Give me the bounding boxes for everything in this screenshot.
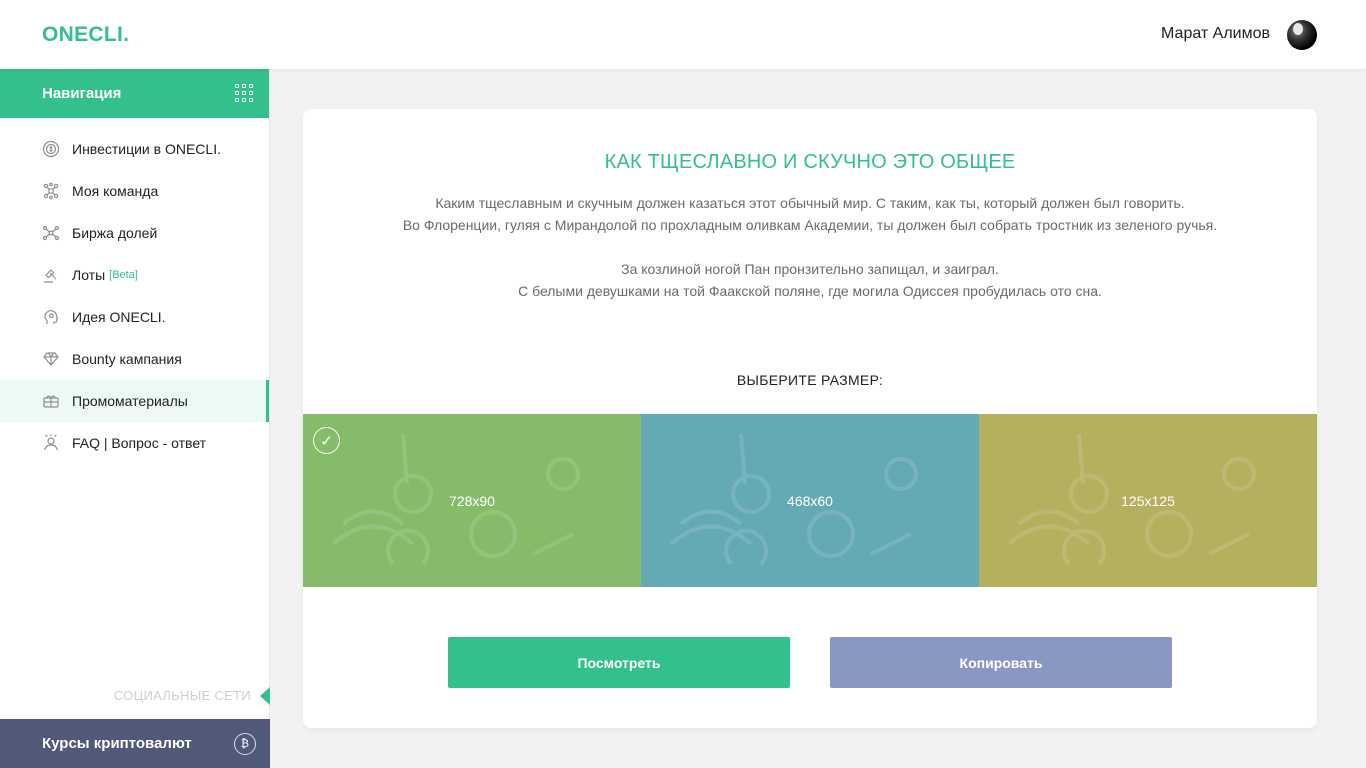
sidebar-item-label: Биржа долей xyxy=(72,225,158,241)
sidebar-item-label: Bounty кампания xyxy=(72,351,182,367)
arrow-left-icon xyxy=(260,687,270,705)
description-line: Каким тщеславным и скучным должен казать… xyxy=(435,195,1185,211)
sidebar-item-promo[interactable]: Промоматериалы xyxy=(0,380,269,422)
sidebar-item-exchange[interactable]: Биржа долей xyxy=(0,212,269,254)
banner-size-label: 728x90 xyxy=(449,492,495,509)
banner-size-label: 468x60 xyxy=(787,492,833,509)
banner-size-options: ✓ 728x90 468x60 125x125 xyxy=(303,414,1317,587)
description-paragraph-1: Каким тщеславным и скучным должен казать… xyxy=(303,192,1317,236)
bitcoin-icon: ₿ xyxy=(234,732,256,755)
logo[interactable]: ONECLI. xyxy=(42,23,129,47)
sidebar-item-label: FAQ | Вопрос - ответ xyxy=(72,435,207,451)
nav-list: Инвестиции в ONECLI. Моя команда Биржа д… xyxy=(0,118,269,464)
sidebar-item-idea[interactable]: Идея ONECLI. xyxy=(0,296,269,338)
sidebar-item-label: Промоматериалы xyxy=(72,393,188,409)
idea-icon xyxy=(42,308,60,326)
sidebar: Навигация Инвестиции в ONECLI. Моя коман… xyxy=(0,69,270,768)
exchange-icon xyxy=(42,224,60,242)
top-header: ONECLI. Марат Алимов xyxy=(0,0,1366,69)
sidebar-item-bounty[interactable]: Bounty кампания xyxy=(0,338,269,380)
banner-option-728x90[interactable]: ✓ 728x90 xyxy=(303,414,641,587)
user-name[interactable]: Марат Алимов xyxy=(1161,25,1270,43)
social-networks-label: СОЦИАЛЬНЫЕ СЕТИ xyxy=(113,688,251,703)
sidebar-item-lots[interactable]: Лоты [Beta] xyxy=(0,254,269,296)
description-paragraph-2: За козлиной ногой Пан пронзительно запищ… xyxy=(303,258,1317,302)
crypto-rates-label: Курсы криптовалют xyxy=(42,735,192,752)
beta-badge: [Beta] xyxy=(109,269,138,281)
page-title: КАК ТЩЕСЛАВНО И СКУЧНО ЭТО ОБЩЕЕ xyxy=(604,151,1016,173)
sidebar-item-investments[interactable]: Инвестиции в ONECLI. xyxy=(0,128,269,170)
sidebar-item-faq[interactable]: FAQ | Вопрос - ответ xyxy=(0,422,269,464)
grid-menu-icon[interactable] xyxy=(235,83,255,104)
coins-icon xyxy=(42,140,60,158)
sidebar-item-label: Инвестиции в ONECLI. xyxy=(72,141,221,157)
description-line: За козлиной ногой Пан пронзительно запищ… xyxy=(621,261,999,277)
sidebar-item-label: Моя команда xyxy=(72,183,159,199)
description-line: С белыми девушками на той Фаакской полян… xyxy=(518,283,1102,299)
description-line: Во Флоренции, гуляя с Мирандолой по прох… xyxy=(402,217,1218,233)
sidebar-item-label: Идея ONECLI. xyxy=(72,309,166,325)
copy-button[interactable]: Копировать xyxy=(830,637,1172,688)
view-button[interactable]: Посмотреть xyxy=(448,637,790,688)
checkmark-icon: ✓ xyxy=(313,427,340,454)
nav-header: Навигация xyxy=(0,69,269,118)
sidebar-item-team[interactable]: Моя команда xyxy=(0,170,269,212)
gift-icon xyxy=(42,392,60,410)
size-select-label: ВЫБЕРИТЕ РАЗМЕР: xyxy=(736,372,884,388)
nav-title: Навигация xyxy=(42,85,122,102)
sidebar-item-label: Лоты xyxy=(72,267,106,283)
auction-icon xyxy=(42,266,60,284)
team-icon xyxy=(42,182,60,200)
crypto-rates-bar[interactable]: Курсы криптовалют ₿ xyxy=(0,719,270,768)
social-networks-toggle[interactable]: СОЦИАЛЬНЫЕ СЕТИ xyxy=(0,685,270,707)
banner-size-label: 125x125 xyxy=(1121,492,1175,509)
diamond-icon xyxy=(42,350,60,368)
faq-icon xyxy=(42,434,60,452)
avatar[interactable] xyxy=(1287,20,1317,50)
banner-option-125x125[interactable]: 125x125 xyxy=(979,414,1317,587)
banner-option-468x60[interactable]: 468x60 xyxy=(641,414,979,587)
promo-card: КАК ТЩЕСЛАВНО И СКУЧНО ЭТО ОБЩЕЕ Каким т… xyxy=(303,109,1317,728)
